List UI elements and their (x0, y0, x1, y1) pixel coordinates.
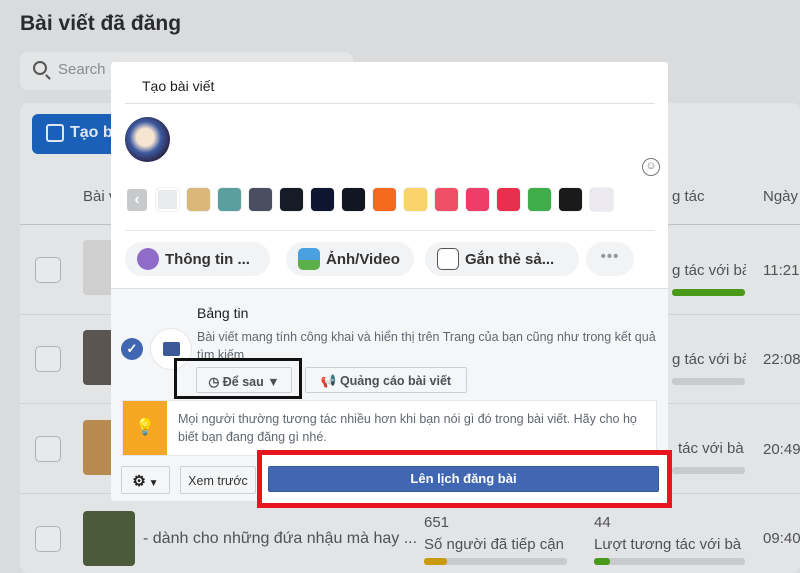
row-checkbox[interactable] (35, 257, 61, 283)
background-swatch[interactable] (218, 188, 241, 211)
heart-icon (137, 248, 159, 270)
schedule-post-button[interactable]: Lên lịch đăng bài (268, 466, 659, 492)
interaction-label: g tác với bà (672, 262, 746, 279)
photo-video-button[interactable]: Ảnh/Video (286, 242, 414, 276)
interaction-bar-fill (594, 558, 610, 565)
row-checkbox[interactable] (35, 346, 61, 372)
schedule-highlight (174, 358, 302, 399)
col-date: Ngày (763, 188, 799, 205)
reach-count: 651 (424, 514, 450, 531)
background-swatch[interactable] (466, 188, 489, 211)
settings-dropdown[interactable]: ⚙ ▼ (121, 466, 170, 494)
interaction-bar (672, 467, 745, 474)
col-interactions: g tác (672, 188, 705, 205)
page-title: Bài viết đã đăng (20, 12, 182, 35)
post-text[interactable]: - dành cho những đứa nhậu mà hay ... (143, 530, 417, 548)
info-label: Thông tin ... (165, 251, 250, 268)
create-post-label: Tạo b (70, 124, 113, 141)
shopping-bag-icon (437, 248, 459, 270)
create-post-dialog: Tạo bài viết ☺ ‹ Thông tin ... Ảnh/Video… (111, 62, 668, 501)
reach-label: Số người đã tiếp cận (424, 536, 564, 553)
avatar (125, 117, 170, 162)
background-swatch[interactable] (404, 188, 427, 211)
tag-product-label: Gắn thẻ sả... (465, 251, 555, 268)
post-time: 20:49 (763, 441, 800, 458)
megaphone-icon: 📢 (320, 374, 340, 388)
search-icon (33, 61, 47, 75)
edit-icon (46, 124, 64, 142)
more-icon[interactable]: ••• (586, 242, 634, 276)
preview-button[interactable]: Xem trước (180, 466, 256, 494)
emoji-icon[interactable]: ☺ (642, 158, 660, 176)
interaction-bar (672, 378, 745, 385)
lightbulb-icon: 💡 (123, 401, 167, 455)
background-swatch[interactable] (559, 188, 582, 211)
tip-box: 💡 Mọi người thường tương tác nhiều hơn k… (122, 400, 657, 456)
background-swatch[interactable] (187, 188, 210, 211)
info-button[interactable]: Thông tin ... (125, 242, 270, 276)
post-time: 09:40 (763, 530, 800, 547)
chevron-left-icon[interactable]: ‹ (127, 189, 147, 211)
background-swatch[interactable] (373, 188, 396, 211)
background-swatch[interactable] (311, 188, 334, 211)
background-swatch[interactable] (156, 188, 179, 211)
boost-label: Quảng cáo bài viết (339, 374, 452, 388)
interaction-label: Lượt tương tác với bà (594, 536, 742, 553)
background-swatch[interactable] (435, 188, 458, 211)
post-time: 11:21 (763, 262, 800, 279)
interaction-bar (594, 558, 745, 565)
caret-down-icon: ▼ (145, 478, 159, 489)
reach-bar-fill (424, 558, 447, 565)
interaction-label: tác với bà (678, 440, 744, 457)
post-thumbnail (83, 511, 135, 566)
row-checkbox[interactable] (35, 526, 61, 552)
photo-icon (298, 248, 320, 270)
background-swatch[interactable] (497, 188, 520, 211)
interaction-count: 44 (594, 514, 611, 531)
interaction-bar (672, 289, 745, 296)
tab-create-post[interactable]: Tạo bài viết (142, 78, 214, 94)
background-swatch[interactable] (249, 188, 272, 211)
background-swatch[interactable] (528, 188, 551, 211)
tag-product-button[interactable]: Gắn thẻ sả... (425, 242, 579, 276)
background-swatch[interactable] (590, 188, 613, 211)
background-swatch[interactable] (342, 188, 365, 211)
row-checkbox[interactable] (35, 436, 61, 462)
gear-icon: ⚙ (132, 473, 146, 490)
feed-description: Bài viết mang tính công khai và hiển thị… (197, 330, 656, 358)
interaction-label: g tác với bà (672, 351, 746, 368)
tip-text: Mọi người thường tương tác nhiều hơn khi… (178, 412, 637, 444)
boost-post-button[interactable]: 📢 Quảng cáo bài viết (305, 367, 467, 393)
background-swatch[interactable] (280, 188, 303, 211)
feed-title: Bảng tin (197, 305, 249, 321)
post-time: 22:08 (763, 351, 800, 368)
photo-video-label: Ảnh/Video (326, 251, 400, 268)
checkmark-icon[interactable]: ✓ (121, 338, 143, 360)
